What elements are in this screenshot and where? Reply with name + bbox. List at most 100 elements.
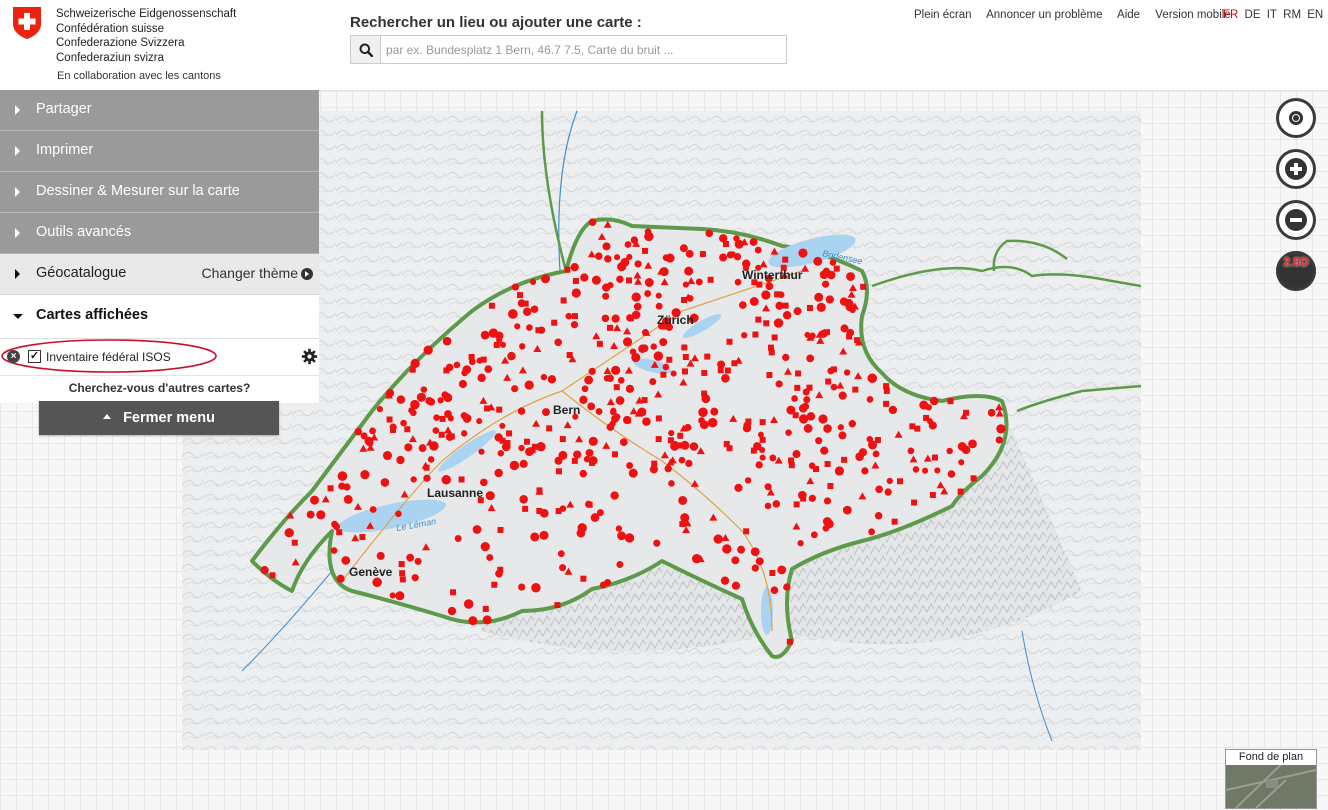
isos-marker[interactable] xyxy=(806,412,816,421)
isos-marker[interactable] xyxy=(536,487,543,494)
isos-marker[interactable] xyxy=(626,253,633,261)
menu-item-draw-measure[interactable]: Dessiner & Mesurer sur la carte xyxy=(0,172,319,213)
isos-marker[interactable] xyxy=(420,386,428,393)
isos-marker[interactable] xyxy=(427,456,435,463)
isos-marker[interactable] xyxy=(678,456,686,464)
isos-marker[interactable] xyxy=(738,301,747,309)
remove-layer-icon[interactable]: × xyxy=(7,350,20,363)
search-button[interactable] xyxy=(351,36,381,63)
isos-marker[interactable] xyxy=(494,468,503,478)
isos-marker[interactable] xyxy=(912,466,920,473)
isos-marker[interactable] xyxy=(834,466,844,476)
isos-marker[interactable] xyxy=(450,589,457,596)
isos-marker[interactable] xyxy=(559,436,566,443)
isos-marker[interactable] xyxy=(588,367,596,375)
isos-marker[interactable] xyxy=(445,363,454,372)
isos-marker[interactable] xyxy=(626,314,634,322)
menu-item-displayed-maps[interactable]: Cartes affichées xyxy=(0,295,319,339)
isos-marker[interactable] xyxy=(410,409,417,417)
isos-marker[interactable] xyxy=(396,455,405,465)
menu-item-geocatalog[interactable]: Géocatalogue Changer thème xyxy=(0,254,319,295)
isos-marker[interactable] xyxy=(526,324,533,331)
isos-marker[interactable] xyxy=(310,495,320,505)
isos-marker[interactable] xyxy=(291,539,298,546)
isos-marker[interactable] xyxy=(284,528,294,538)
isos-marker[interactable] xyxy=(343,495,353,504)
isos-marker[interactable] xyxy=(506,430,513,437)
isos-marker[interactable] xyxy=(723,440,730,447)
isos-marker[interactable] xyxy=(518,444,525,452)
isos-marker[interactable] xyxy=(721,373,730,383)
isos-marker[interactable] xyxy=(628,468,638,478)
isos-marker[interactable] xyxy=(653,351,664,361)
isos-marker[interactable] xyxy=(461,430,468,437)
isos-marker[interactable] xyxy=(595,252,603,260)
isos-marker[interactable] xyxy=(668,429,675,437)
isos-marker[interactable] xyxy=(587,402,596,411)
isos-marker[interactable] xyxy=(416,392,426,402)
isos-marker[interactable] xyxy=(330,547,338,554)
zoom-in-button[interactable] xyxy=(1276,149,1316,189)
isos-marker[interactable] xyxy=(427,398,436,406)
isos-marker[interactable] xyxy=(631,292,641,302)
lang-fr[interactable]: FR xyxy=(1223,9,1238,21)
isos-marker[interactable] xyxy=(423,474,431,482)
isos-marker[interactable] xyxy=(698,407,708,418)
isos-marker[interactable] xyxy=(531,443,538,450)
isos-marker[interactable] xyxy=(468,616,478,626)
isos-marker[interactable] xyxy=(755,461,763,469)
isos-marker[interactable] xyxy=(710,407,719,416)
isos-marker[interactable] xyxy=(644,231,654,242)
isos-marker[interactable] xyxy=(610,407,617,414)
isos-marker[interactable] xyxy=(987,408,996,417)
isos-marker[interactable] xyxy=(560,297,567,304)
isos-marker[interactable] xyxy=(360,470,370,480)
isos-marker[interactable] xyxy=(571,288,581,298)
isos-marker[interactable] xyxy=(866,396,874,403)
isos-marker[interactable] xyxy=(713,534,723,544)
isos-marker[interactable] xyxy=(606,324,613,331)
isos-marker[interactable] xyxy=(588,436,598,446)
isos-marker[interactable] xyxy=(751,564,759,572)
isos-marker[interactable] xyxy=(682,354,689,361)
isos-marker[interactable] xyxy=(742,424,752,433)
gear-icon[interactable] xyxy=(301,348,318,365)
basemap-selector[interactable]: Fond de plan xyxy=(1225,749,1317,809)
isos-marker[interactable] xyxy=(922,467,929,474)
isos-marker[interactable] xyxy=(684,266,694,276)
isos-marker[interactable] xyxy=(794,384,801,391)
isos-marker[interactable] xyxy=(884,488,892,496)
isos-marker[interactable] xyxy=(595,408,603,415)
isos-marker[interactable] xyxy=(530,532,540,542)
isos-marker[interactable] xyxy=(842,505,852,515)
isos-marker[interactable] xyxy=(571,313,578,320)
isos-marker[interactable] xyxy=(404,443,413,452)
isos-marker[interactable] xyxy=(579,469,588,478)
isos-marker[interactable] xyxy=(488,328,499,338)
isos-marker[interactable] xyxy=(681,368,688,375)
isos-marker[interactable] xyxy=(769,569,776,576)
isos-marker[interactable] xyxy=(564,266,571,273)
isos-marker[interactable] xyxy=(838,431,847,440)
isos-marker[interactable] xyxy=(480,541,490,552)
isos-marker[interactable] xyxy=(650,343,658,350)
isos-marker[interactable] xyxy=(806,354,815,363)
isos-marker[interactable] xyxy=(589,459,596,466)
isos-marker[interactable] xyxy=(718,234,728,243)
isos-marker[interactable] xyxy=(717,367,724,374)
isos-marker[interactable] xyxy=(891,518,898,525)
isos-marker[interactable] xyxy=(783,583,791,591)
isos-marker[interactable] xyxy=(705,229,713,238)
isos-marker[interactable] xyxy=(775,380,783,388)
isos-marker[interactable] xyxy=(822,280,830,288)
isos-marker[interactable] xyxy=(551,319,558,326)
isos-marker[interactable] xyxy=(462,414,472,423)
isos-marker[interactable] xyxy=(745,418,752,425)
isos-marker[interactable] xyxy=(508,309,518,319)
isos-marker[interactable] xyxy=(929,396,939,406)
isos-marker[interactable] xyxy=(644,290,652,297)
isos-marker[interactable] xyxy=(665,253,675,263)
isos-marker[interactable] xyxy=(555,508,562,515)
isos-marker[interactable] xyxy=(662,363,670,371)
isos-marker[interactable] xyxy=(722,544,732,554)
